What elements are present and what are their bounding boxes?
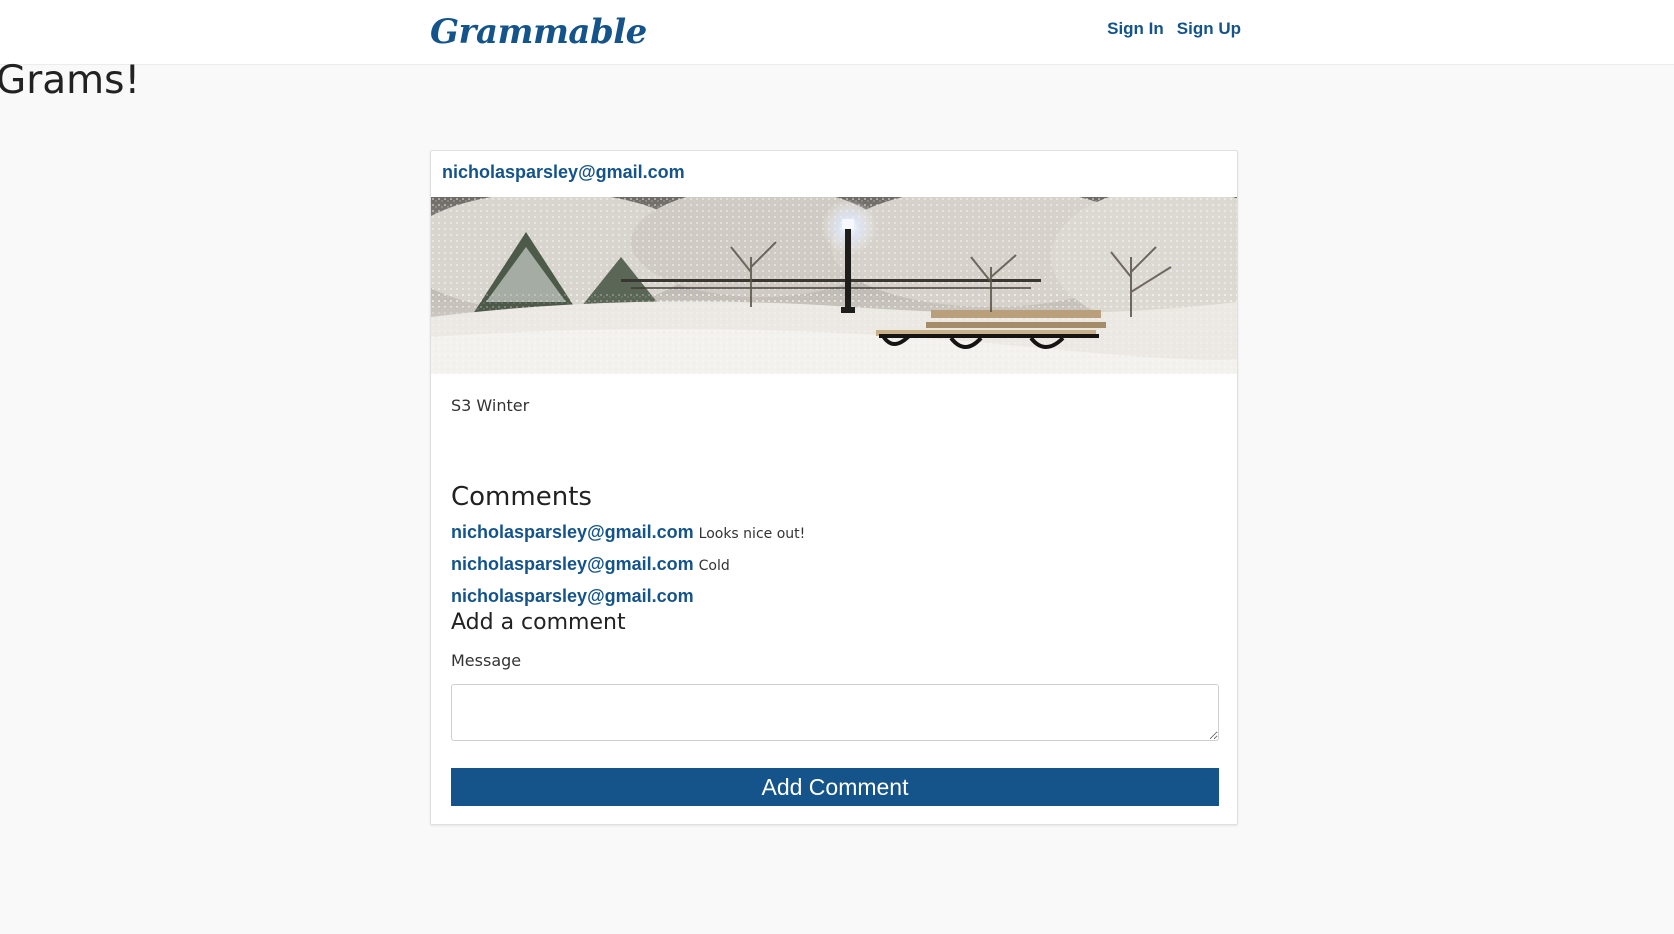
snowy-park-bench-photo-icon <box>431 197 1237 374</box>
add-comment-heading: Add a comment <box>451 610 626 635</box>
comment-author-link[interactable]: nicholasparsley@gmail.com <box>451 586 694 606</box>
sign-in-link[interactable]: Sign In <box>1107 19 1164 39</box>
comment-message: Looks nice out! <box>698 526 806 542</box>
sign-up-link[interactable]: Sign Up <box>1177 19 1241 39</box>
gram-photo <box>431 197 1237 374</box>
brand-logo-link[interactable]: Grammable <box>430 12 647 52</box>
gram-author-link[interactable]: nicholasparsley@gmail.com <box>442 162 685 183</box>
auth-nav: Sign In Sign Up <box>1107 19 1241 39</box>
comment-item: nicholasparsley@gmail.com Cold <box>451 554 730 575</box>
comment-item: nicholasparsley@gmail.com Looks nice out! <box>451 522 805 543</box>
comments-heading: Comments <box>451 482 592 512</box>
gram-caption: S3 Winter <box>451 396 530 415</box>
message-label: Message <box>451 651 522 670</box>
gram-card: nicholasparsley@gmail.com S3 Winter Comm… <box>430 150 1238 825</box>
comment-message: Cold <box>698 558 730 574</box>
comment-author-link[interactable]: nicholasparsley@gmail.com <box>451 522 694 542</box>
top-navbar: Grammable Sign In Sign Up <box>0 0 1674 65</box>
message-textarea[interactable] <box>451 684 1219 741</box>
comment-author-link[interactable]: nicholasparsley@gmail.com <box>451 554 694 574</box>
add-comment-button[interactable]: Add Comment <box>451 768 1219 806</box>
comment-item: nicholasparsley@gmail.com <box>451 586 699 607</box>
page-title: Grams! <box>0 58 141 103</box>
